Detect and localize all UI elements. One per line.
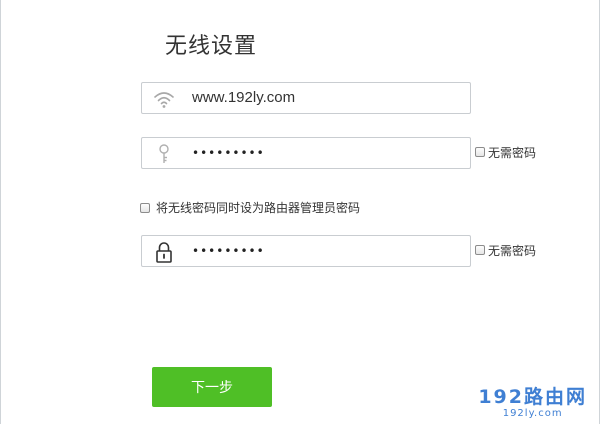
checkbox-box[interactable] bbox=[140, 202, 150, 213]
next-button[interactable]: 下一步 bbox=[152, 367, 272, 407]
wifi-no-password-label: 无需密码 bbox=[488, 145, 537, 160]
admin-password-input[interactable]: ••••••••• bbox=[192, 236, 265, 266]
checkbox-box[interactable] bbox=[475, 245, 485, 255]
sync-admin-password-label: 将无线密码同时设为路由器管理员密码 bbox=[156, 201, 361, 215]
page-title: 无线设置 bbox=[165, 34, 258, 59]
watermark-main-text: 192路由网 bbox=[478, 386, 587, 408]
admin-no-password-label: 无需密码 bbox=[488, 243, 537, 258]
site-watermark: 192路由网 192ly.com bbox=[478, 386, 587, 420]
ssid-field[interactable]: www.192ly.com bbox=[141, 82, 471, 114]
router-setup-page: 无线设置 www.192ly.com ••••••••• 无需密码 将无线密码同… bbox=[0, 0, 600, 424]
wifi-icon bbox=[152, 88, 176, 110]
lock-icon bbox=[152, 241, 176, 263]
wifi-password-input[interactable]: ••••••••• bbox=[192, 138, 265, 168]
admin-no-password-checkbox[interactable]: 无需密码 bbox=[475, 243, 537, 258]
watermark-sub-text: 192ly.com bbox=[502, 408, 563, 419]
wifi-password-field[interactable]: ••••••••• bbox=[141, 137, 471, 169]
sync-admin-password-checkbox[interactable]: 将无线密码同时设为路由器管理员密码 bbox=[140, 199, 360, 216]
checkbox-box[interactable] bbox=[475, 147, 485, 157]
admin-password-field[interactable]: ••••••••• bbox=[141, 235, 471, 267]
ssid-input[interactable]: www.192ly.com bbox=[192, 83, 295, 113]
wifi-no-password-checkbox[interactable]: 无需密码 bbox=[475, 145, 537, 160]
key-icon bbox=[152, 143, 176, 165]
